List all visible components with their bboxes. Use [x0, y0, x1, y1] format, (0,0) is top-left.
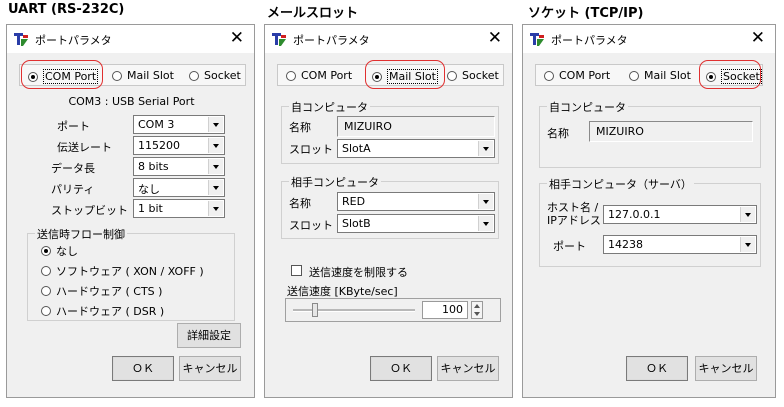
- chevron-down-icon: [478, 216, 493, 231]
- chevron-down-icon: [478, 194, 493, 209]
- radio-socket[interactable]: Socket: [706, 69, 762, 84]
- app-icon: [14, 33, 28, 46]
- radio-com-port[interactable]: COM Port: [544, 69, 610, 82]
- baud-label: 伝送レート: [57, 141, 112, 154]
- flow-option-hardware-cts[interactable]: ハードウェア ( CTS ): [41, 283, 162, 299]
- remote-name-label: 名称: [289, 197, 311, 210]
- stop-bit-label: ストップビット: [51, 204, 128, 217]
- flow-option-software[interactable]: ソフトウェア ( XON / XOFF ): [41, 263, 204, 279]
- remote-computer-title: 相手コンピュータ（サーバ）: [547, 176, 694, 192]
- radio-dot: [112, 70, 122, 81]
- speed-spinner[interactable]: [471, 301, 483, 319]
- cancel-button[interactable]: キャンセル: [437, 356, 499, 381]
- limit-speed-label: 送信速度を制限する: [309, 266, 408, 279]
- host-label-line2: IPアドレス: [547, 214, 601, 227]
- chevron-down-icon[interactable]: [474, 312, 480, 316]
- title-bar: ポートパラメタ ✕: [265, 25, 512, 53]
- chevron-down-icon: [208, 138, 223, 153]
- local-slot-select[interactable]: SlotA: [337, 139, 495, 158]
- chevron-down-icon: [740, 237, 755, 252]
- close-icon[interactable]: ✕: [230, 28, 244, 48]
- remote-computer-title: 相手コンピュータ: [289, 174, 381, 190]
- radio-dot: [41, 286, 51, 296]
- speed-slider-thumb[interactable]: [311, 303, 318, 317]
- remote-slot-select[interactable]: SlotB: [337, 214, 495, 233]
- flow-control-title: 送信時フロー制御: [35, 226, 127, 242]
- radio-socket[interactable]: Socket: [189, 69, 241, 82]
- data-length-label: データ長: [51, 162, 95, 175]
- app-icon: [530, 33, 544, 46]
- section-title-mailslot: メールスロット: [267, 6, 359, 21]
- radio-dot: [447, 70, 457, 81]
- window-title: ポートパラメタ: [551, 34, 628, 47]
- section-title-uart: UART (RS-232C): [8, 2, 125, 17]
- radio-dot: [41, 266, 51, 276]
- port-label: ポート: [553, 240, 586, 253]
- ok-button[interactable]: ＯＫ: [626, 356, 688, 381]
- port-parameter-dialog-uart: ポートパラメタ ✕ COM Port Mail Slot Socket COM3…: [6, 24, 255, 398]
- details-button[interactable]: 詳細設定: [177, 323, 241, 348]
- flow-option-none[interactable]: なし: [41, 243, 78, 259]
- speed-label: 送信速度 [KByte/sec]: [287, 285, 398, 298]
- local-name-value: MIZUIRO: [337, 116, 495, 137]
- radio-dot: [629, 70, 639, 81]
- ok-button[interactable]: ＯＫ: [370, 356, 432, 381]
- chevron-down-icon: [208, 159, 223, 174]
- radio-dot: [544, 70, 554, 81]
- port-description: COM3 : USB Serial Port: [68, 95, 195, 108]
- title-bar: ポートパラメタ ✕: [523, 25, 775, 53]
- remote-slot-label: スロット: [289, 219, 333, 232]
- cancel-button[interactable]: キャンセル: [179, 356, 241, 381]
- ok-button[interactable]: ＯＫ: [112, 356, 174, 381]
- title-bar: ポートパラメタ ✕: [7, 25, 254, 53]
- parity-select[interactable]: なし: [133, 178, 225, 197]
- local-slot-label: スロット: [289, 143, 333, 156]
- local-computer-title: 自コンピュータ: [547, 99, 628, 115]
- radio-com-port[interactable]: COM Port: [28, 69, 99, 84]
- chevron-up-icon[interactable]: [474, 304, 480, 308]
- radio-dot: [28, 71, 38, 82]
- section-title-socket: ソケット (TCP/IP): [528, 6, 644, 21]
- local-computer-title: 自コンピュータ: [289, 99, 370, 115]
- chevron-down-icon: [208, 201, 223, 216]
- port-select[interactable]: COM 3: [133, 115, 225, 134]
- app-icon: [272, 33, 286, 46]
- chevron-down-icon: [740, 207, 755, 222]
- radio-socket[interactable]: Socket: [447, 69, 499, 82]
- radio-dot: [189, 70, 199, 81]
- port-label: ポート: [57, 120, 90, 133]
- local-name-label: 名称: [289, 121, 311, 134]
- radio-com-port[interactable]: COM Port: [286, 69, 352, 82]
- radio-dot: [41, 306, 51, 316]
- window-title: ポートパラメタ: [293, 34, 370, 47]
- radio-mail-slot[interactable]: Mail Slot: [629, 69, 691, 82]
- cancel-button[interactable]: キャンセル: [695, 356, 757, 381]
- chevron-down-icon: [478, 141, 493, 156]
- radio-dot: [41, 246, 51, 256]
- radio-dot: [286, 70, 296, 81]
- radio-mail-slot[interactable]: Mail Slot: [372, 69, 438, 84]
- radio-dot: [372, 71, 382, 82]
- limit-speed-checkbox[interactable]: [291, 265, 302, 276]
- local-name-value: MIZUIRO: [589, 121, 753, 142]
- baud-select[interactable]: 115200: [133, 136, 225, 155]
- stop-bit-select[interactable]: 1 bit: [133, 199, 225, 218]
- flow-option-hardware-dsr[interactable]: ハードウェア ( DSR ): [41, 303, 164, 319]
- chevron-down-icon: [208, 117, 223, 132]
- speed-value-field[interactable]: 100: [422, 301, 468, 319]
- close-icon[interactable]: ✕: [488, 28, 502, 48]
- radio-dot: [706, 71, 716, 82]
- port-parameter-dialog-mailslot: ポートパラメタ ✕ COM Port Mail Slot Socket 自コンピ…: [264, 24, 513, 398]
- close-icon[interactable]: ✕: [751, 28, 765, 48]
- window-title: ポートパラメタ: [35, 34, 112, 47]
- port-parameter-dialog-socket: ポートパラメタ ✕ COM Port Mail Slot Socket 自コンピ…: [522, 24, 776, 398]
- host-address-select[interactable]: 127.0.0.1: [603, 205, 757, 224]
- data-length-select[interactable]: 8 bits: [133, 157, 225, 176]
- local-name-label: 名称: [547, 127, 569, 140]
- radio-mail-slot[interactable]: Mail Slot: [112, 69, 174, 82]
- remote-name-select[interactable]: RED: [337, 192, 495, 211]
- parity-label: パリティ: [51, 183, 95, 196]
- port-select[interactable]: 14238: [603, 235, 757, 254]
- chevron-down-icon: [208, 180, 223, 195]
